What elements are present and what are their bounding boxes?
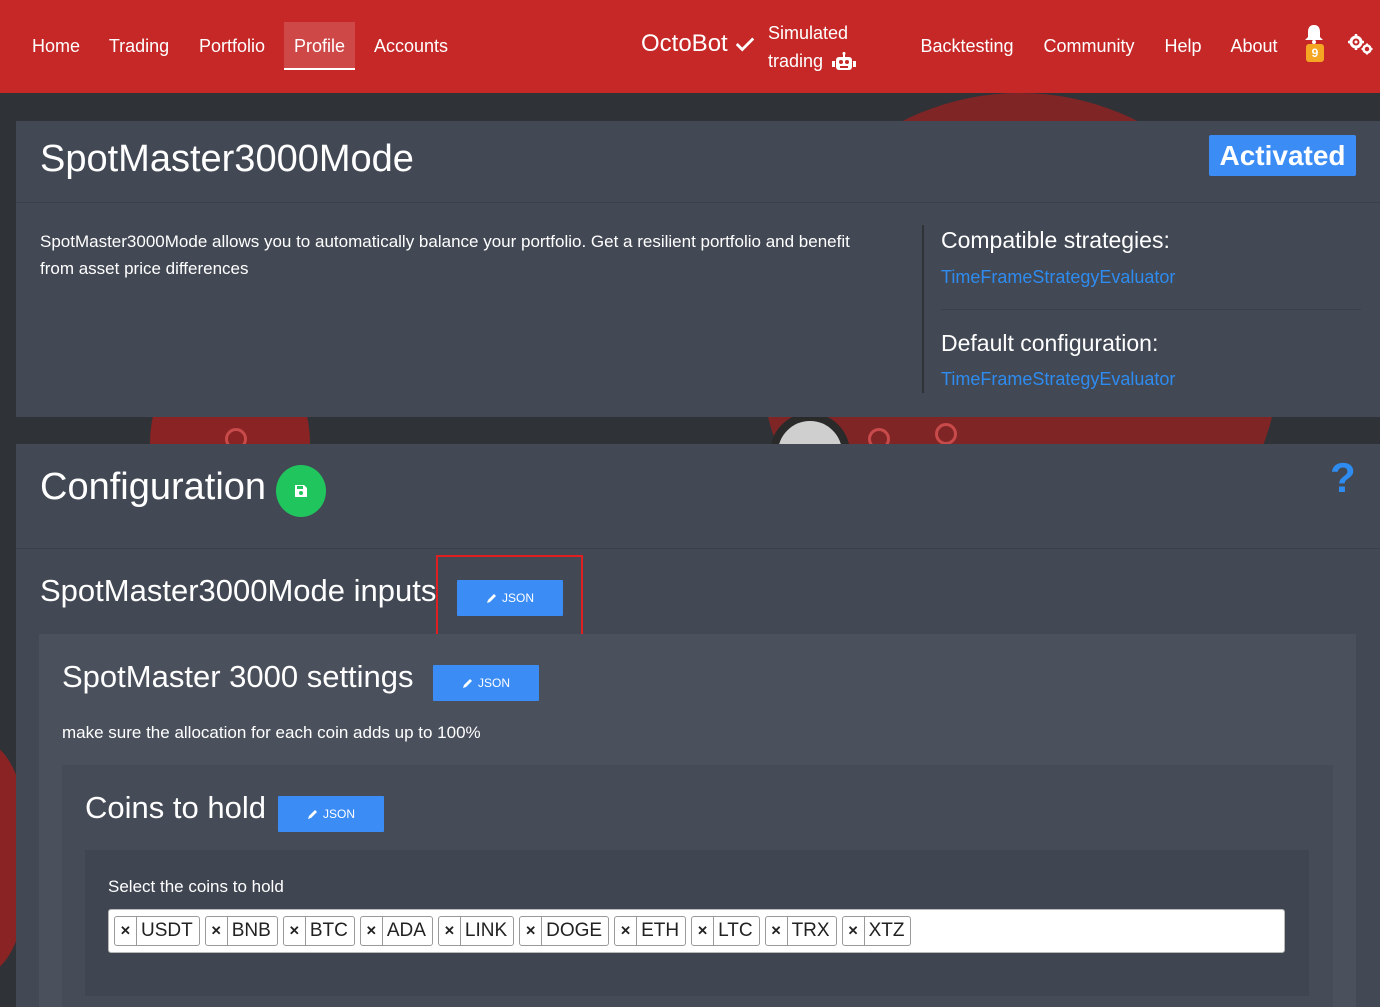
mode-line2: trading <box>768 51 824 71</box>
default-configuration-heading: Default configuration: <box>941 330 1159 356</box>
coin-tag-label: DOGE <box>546 920 603 941</box>
settings-json-button[interactable]: JSON <box>433 665 539 701</box>
nav-accounts[interactable]: Accounts <box>365 22 457 70</box>
remove-tag-icon[interactable]: ✕ <box>766 917 788 945</box>
profile-card-header: SpotMaster3000Mode Activated <box>16 121 1380 203</box>
profile-title: SpotMaster3000Mode <box>40 138 414 180</box>
gears-icon[interactable] <box>1348 34 1374 56</box>
coins-multiselect[interactable]: ✕ USDT ✕ BNB ✕ BTC ✕ ADA ✕ LINK ✕ DOGE ✕ ETH ✕ L… <box>108 909 1285 953</box>
configuration-card: Configuration ? SpotMaster3000Mode input… <box>16 444 1380 1007</box>
help-icon[interactable]: ? <box>1330 454 1356 502</box>
coin-tag: ✕ BNB <box>204 916 278 946</box>
default-configuration-link[interactable]: TimeFrameStrategyEvaluator <box>941 369 1175 390</box>
coins-title: Coins to hold <box>85 790 266 825</box>
nav-community[interactable]: Community <box>1034 22 1144 70</box>
coin-tag: ✕ DOGE <box>519 916 610 946</box>
remove-tag-icon[interactable]: ✕ <box>115 917 137 945</box>
profile-description: SpotMaster3000Mode allows you to automat… <box>40 232 850 278</box>
remove-tag-icon[interactable]: ✕ <box>284 917 306 945</box>
coin-tag-label: LINK <box>464 920 508 941</box>
coin-tag-label: ADA <box>386 920 426 941</box>
compatible-strategy-link[interactable]: TimeFrameStrategyEvaluator <box>941 267 1175 288</box>
coin-tag-label: BNB <box>231 920 271 941</box>
profile-card: SpotMaster3000Mode Activated SpotMaster3… <box>16 121 1380 417</box>
compatible-strategies-heading: Compatible strategies: <box>941 227 1170 253</box>
nav-portfolio[interactable]: Portfolio <box>190 22 274 70</box>
coin-tag: ✕ TRX <box>764 916 837 946</box>
coin-tag-label: LTC <box>718 920 753 941</box>
pencil-icon <box>307 810 317 819</box>
remove-tag-icon[interactable]: ✕ <box>615 917 638 945</box>
configuration-header: Configuration ? <box>16 444 1380 549</box>
coin-tag: ✕ BTC <box>282 916 355 946</box>
save-button[interactable] <box>276 465 326 517</box>
robot-icon <box>832 52 857 71</box>
coins-select-label: Select the coins to hold <box>108 877 284 896</box>
coin-tag: ✕ LINK <box>437 916 515 946</box>
coin-tag: ✕ ETH <box>614 916 687 946</box>
remove-tag-icon[interactable]: ✕ <box>439 917 461 945</box>
json-label: JSON <box>501 591 534 605</box>
trading-mode-indicator[interactable]: Simulated trading <box>768 19 857 75</box>
coin-tag-label: TRX <box>791 920 830 941</box>
remove-tag-icon[interactable]: ✕ <box>520 917 543 945</box>
nav-about[interactable]: About <box>1222 22 1286 70</box>
coin-tag-label: ETH <box>641 920 680 941</box>
pencil-icon <box>462 679 472 688</box>
coin-tag: ✕ USDT <box>114 916 200 946</box>
configuration-title: Configuration <box>40 466 267 508</box>
nav-home[interactable]: Home <box>24 22 88 70</box>
coin-tag: ✕ LTC <box>691 916 760 946</box>
brand-octobot[interactable]: OctoBot <box>641 30 756 58</box>
nav-profile[interactable]: Profile <box>284 22 355 70</box>
coin-tag-label: USDT <box>141 920 193 941</box>
brand-label: OctoBot <box>641 30 728 57</box>
coin-tag: ✕ ADA <box>359 916 433 946</box>
vertical-divider <box>922 225 924 393</box>
settings-panel: SpotMaster 3000 settings JSON make sure … <box>39 634 1356 1007</box>
nav-backtesting[interactable]: Backtesting <box>912 22 1022 70</box>
activated-badge: Activated <box>1209 135 1356 176</box>
coin-tag: ✕ XTZ <box>841 916 912 946</box>
remove-tag-icon[interactable]: ✕ <box>692 917 715 945</box>
json-label: JSON <box>322 807 355 821</box>
floppy-disk-icon <box>295 485 307 497</box>
allocation-note: make sure the allocation for each coin a… <box>62 723 481 742</box>
remove-tag-icon[interactable]: ✕ <box>361 917 383 945</box>
nav-help[interactable]: Help <box>1156 22 1210 70</box>
mode-line1: Simulated <box>768 23 849 43</box>
inputs-json-button[interactable]: JSON <box>457 580 563 616</box>
notification-badge: 9 <box>1306 44 1324 62</box>
remove-tag-icon[interactable]: ✕ <box>206 917 228 945</box>
horizontal-divider <box>941 309 1361 310</box>
settings-title: SpotMaster 3000 settings <box>62 659 414 694</box>
nav-trading[interactable]: Trading <box>100 22 178 70</box>
json-label: JSON <box>477 676 510 690</box>
coin-tag-label: XTZ <box>868 920 905 941</box>
coins-panel: Coins to hold JSON Select the coins to h… <box>62 765 1333 1007</box>
top-navbar: Home Trading Portfolio Profile Accounts … <box>0 0 1380 93</box>
coin-tag-label: BTC <box>309 920 348 941</box>
check-icon <box>735 37 754 52</box>
coins-json-button[interactable]: JSON <box>278 796 384 832</box>
bell-icon[interactable] <box>1303 24 1325 44</box>
pencil-icon <box>486 594 496 603</box>
inputs-title: SpotMaster3000Mode inputs <box>40 573 437 608</box>
coins-select-panel: Select the coins to hold ✕ USDT ✕ BNB ✕ BTC… <box>85 850 1309 996</box>
remove-tag-icon[interactable]: ✕ <box>843 917 865 945</box>
